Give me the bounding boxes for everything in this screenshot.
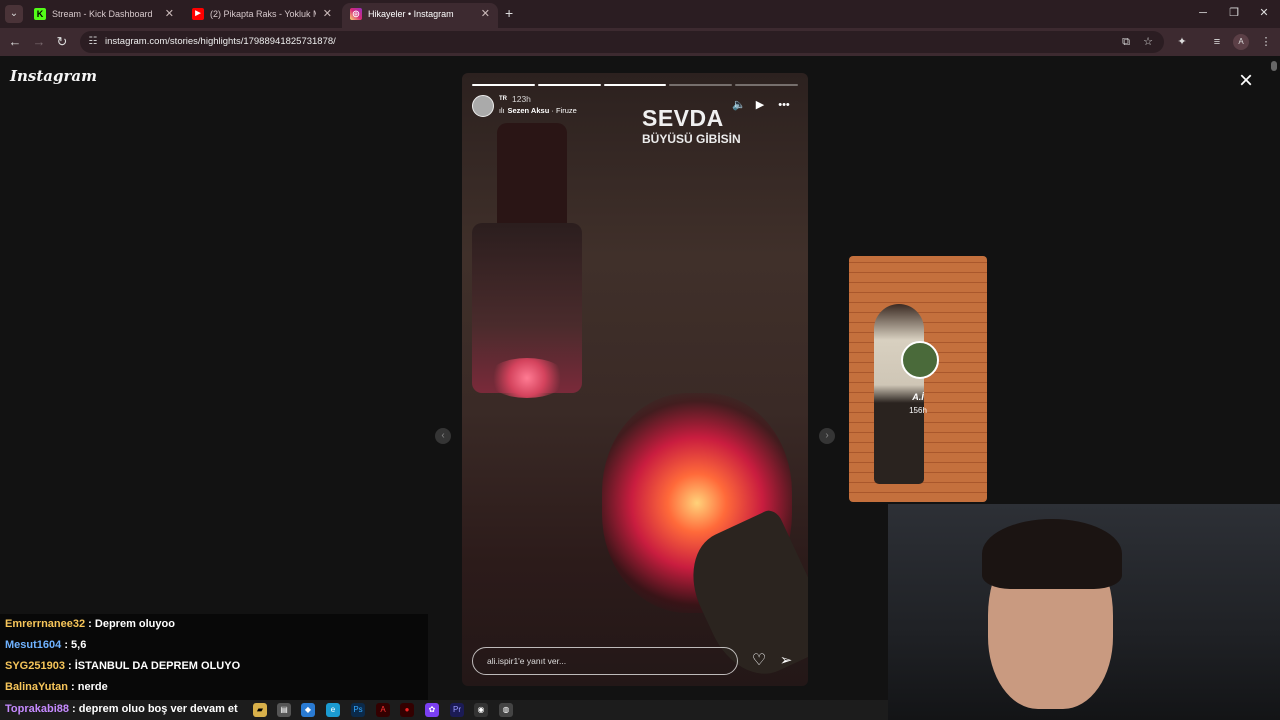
minimize-button[interactable]: ─ [1193, 4, 1213, 22]
streamer-hair [982, 519, 1122, 589]
tab-search-button[interactable]: ⌄ [5, 5, 23, 23]
story-time: 123h [512, 94, 531, 104]
next-story-preview[interactable]: A.İ 156h [849, 256, 987, 502]
restore-button[interactable]: ❐ [1224, 4, 1244, 22]
story-subheadline: BÜYÜSÜ GİBİSİN [642, 132, 741, 146]
taskbar: ▰ ▤ ◆ e Ps A ● ✿ Pr ◉ ◍ Toprakabi88 : de… [0, 700, 888, 720]
window-close-button[interactable]: ✕ [1254, 4, 1274, 22]
tab-youtube[interactable]: ▶ (2) Pikapta Raks - Yokluk Makam ✕ [184, 3, 340, 28]
forward-button[interactable]: → [30, 33, 48, 51]
music-song: Firuze [555, 106, 577, 115]
tab-title: Stream - Kick Dashboard [52, 9, 153, 19]
install-app-icon[interactable]: ⧉ [1119, 35, 1133, 49]
previous-story-arrow-icon[interactable]: ‹ [435, 428, 451, 444]
photoshop-icon[interactable]: Ps [351, 703, 365, 717]
tab-close-icon[interactable]: ✕ [165, 3, 174, 25]
play-icon[interactable]: ▶ [752, 97, 768, 113]
url-text: instagram.com/stories/highlights/1798894… [105, 36, 336, 47]
acrobat-icon[interactable]: A [376, 703, 390, 717]
youtube-icon: ▶ [192, 8, 204, 20]
story-progress-segment [472, 84, 535, 86]
app-icon-2[interactable]: ✿ [425, 703, 439, 717]
chat-text: İSTANBUL DA DEPREM OLUYO [74, 660, 241, 672]
app-icon[interactable]: ▤ [277, 703, 291, 717]
chat-message: SYG251903 : İSTANBUL DA DEPREM OLUYO [5, 660, 241, 672]
chat-username: Emrerrnanee32 [5, 618, 86, 630]
chat-message: Emrerrnanee32 : Deprem oluyoo [5, 618, 175, 630]
story-music[interactable]: ılı Sezen Aksu · Firuze [499, 106, 577, 115]
chat-message: Toprakabi88 : deprem oluo boş ver devam … [5, 703, 238, 715]
tab-bar: ⌄ K Stream - Kick Dashboard ✕ ▶ (2) Pika… [0, 0, 1280, 28]
tab-title: Hikayeler • Instagram [368, 9, 454, 19]
chat-text: 5,6 [71, 639, 87, 651]
next-story-arrow-icon[interactable]: › [819, 428, 835, 444]
story-headline: SEVDA [642, 105, 724, 131]
premiere-icon[interactable]: Pr [450, 703, 464, 717]
chat-username: Toprakabi88 [5, 703, 69, 715]
next-story-avatar [901, 341, 939, 379]
reload-button[interactable]: ↻ [53, 33, 71, 51]
kick-icon: K [34, 8, 46, 20]
story-progress-bar [472, 84, 798, 86]
story-image-kettle [497, 123, 567, 233]
chat-username: Mesut1604 [5, 639, 62, 651]
chat-message: BalinaYutan : nerde [5, 681, 108, 693]
instagram-logo[interactable]: Instagram [10, 67, 97, 85]
store-icon[interactable]: ◆ [301, 703, 315, 717]
file-explorer-icon[interactable]: ▰ [253, 703, 267, 717]
tab-title: (2) Pikapta Raks - Yokluk Makam [210, 9, 316, 19]
site-info-icon[interactable]: ☷ [86, 35, 100, 49]
close-stories-icon[interactable]: × [1235, 69, 1257, 93]
chat-text: Deprem oluyoo [94, 618, 175, 630]
tab-kick-dashboard[interactable]: K Stream - Kick Dashboard ✕ [26, 3, 182, 28]
chat-username: BalinaYutan [5, 681, 68, 693]
music-bars-icon: ılı [499, 108, 505, 115]
story-image-glow [487, 358, 567, 398]
story-progress-segment [537, 84, 601, 86]
chat-text: nerde [77, 681, 108, 693]
back-button[interactable]: ← [6, 33, 24, 51]
browser-menu-icon[interactable]: ⋮ [1258, 34, 1274, 50]
story-viewer[interactable]: TR 123h ılı Sezen Aksu · Firuze 🔈 ▶ ••• S… [462, 73, 808, 686]
story-author-label[interactable]: TR [499, 96, 507, 102]
browser-toolbar: ← → ↻ ☷ instagram.com/stories/highlights… [0, 28, 1280, 56]
chrome-icon[interactable]: ◍ [499, 703, 513, 717]
tab-instagram[interactable]: ◎ Hikayeler • Instagram ✕ [342, 3, 498, 28]
tab-close-icon[interactable]: ✕ [323, 3, 332, 25]
chat-text: deprem oluo boş ver devam et [78, 703, 238, 715]
address-bar[interactable]: ☷ instagram.com/stories/highlights/17988… [80, 31, 1164, 53]
reply-input[interactable]: ali.ispir1'e yanıt ver... [472, 647, 738, 675]
story-author-avatar[interactable] [472, 95, 494, 117]
webcam-overlay [888, 504, 1280, 720]
obs-icon[interactable]: ◉ [474, 703, 488, 717]
heart-icon[interactable]: ♡ [749, 651, 769, 671]
more-options-icon[interactable]: ••• [776, 97, 792, 113]
story-progress-segment [669, 84, 733, 86]
tab-close-icon[interactable]: ✕ [481, 3, 490, 25]
profile-avatar[interactable]: A [1233, 34, 1249, 50]
music-artist: Sezen Aksu [507, 106, 550, 115]
chat-username: SYG251903 [5, 660, 65, 672]
next-story-name: A.İ [912, 392, 924, 402]
media-controls-icon[interactable]: ≡ [1209, 34, 1225, 50]
scrollbar[interactable] [1271, 61, 1277, 71]
chat-message: Mesut1604 : 5,6 [5, 639, 87, 651]
reply-placeholder: ali.ispir1'e yanıt ver... [487, 656, 567, 666]
record-icon[interactable]: ● [400, 703, 414, 717]
story-progress-segment [603, 84, 667, 86]
mute-icon[interactable]: 🔈 [731, 97, 747, 113]
new-tab-button[interactable]: + [505, 4, 521, 22]
instagram-icon: ◎ [350, 8, 362, 20]
bookmark-star-icon[interactable]: ☆ [1141, 35, 1155, 49]
next-story-time: 156h [909, 406, 927, 415]
send-icon[interactable]: ➢ [776, 651, 796, 671]
edge-icon[interactable]: e [326, 703, 340, 717]
extensions-icon[interactable]: ✦ [1174, 34, 1190, 50]
story-progress-segment [735, 84, 798, 86]
